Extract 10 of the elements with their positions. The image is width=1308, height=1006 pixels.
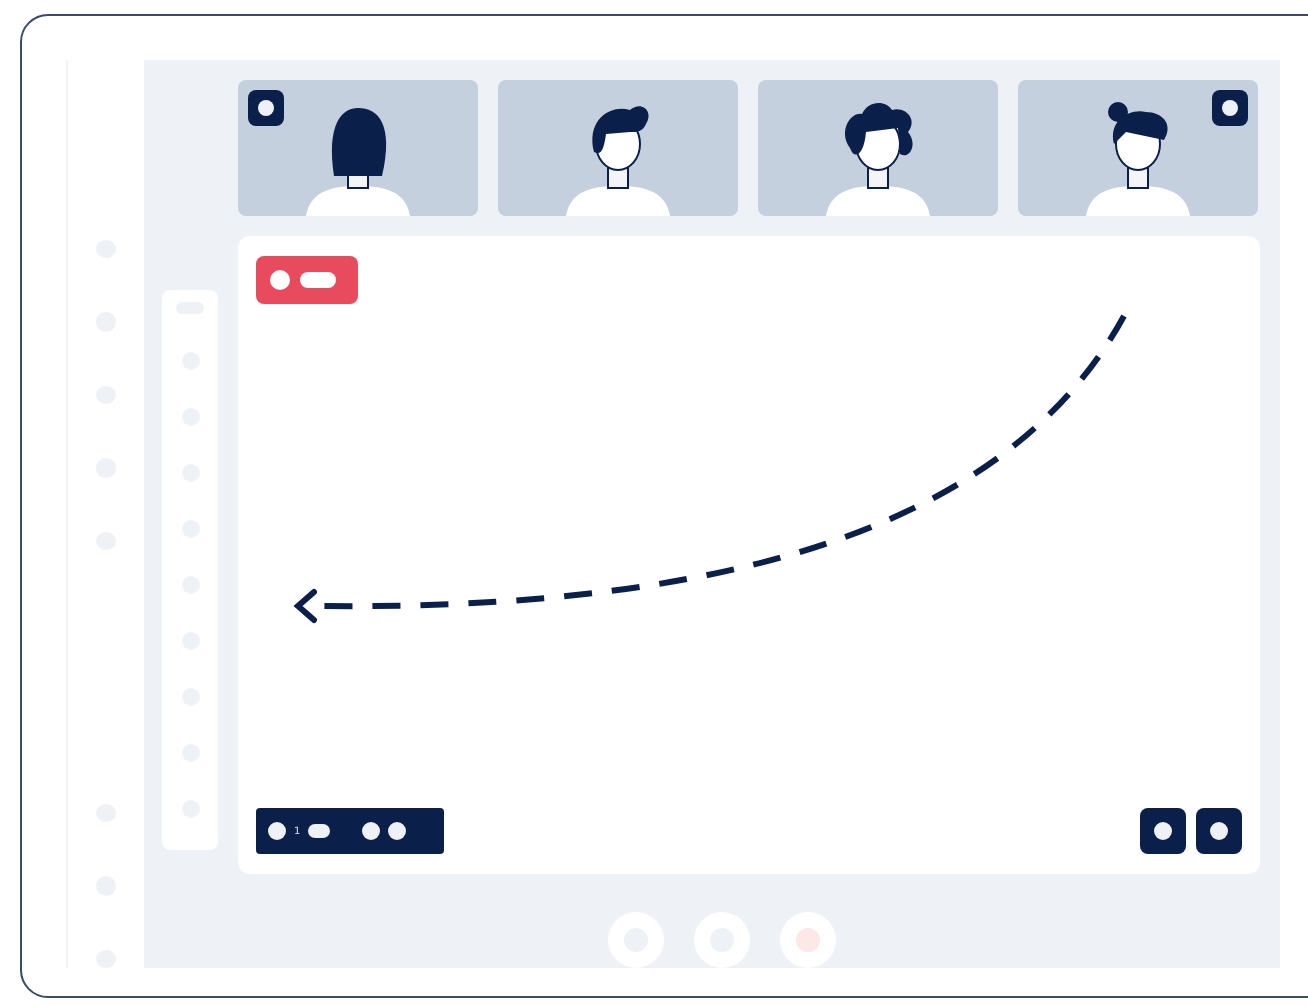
participant-tile[interactable]	[1018, 80, 1258, 216]
participant-tile[interactable]	[498, 80, 738, 216]
corner-button[interactable]	[1196, 808, 1242, 854]
participant-tile[interactable]	[758, 80, 998, 216]
dot-icon	[362, 822, 381, 840]
corner-button[interactable]	[1140, 808, 1186, 854]
participant-tile[interactable]	[238, 80, 478, 216]
dot-icon	[268, 822, 286, 840]
dot-icon	[388, 822, 407, 840]
pill-icon	[308, 824, 331, 838]
